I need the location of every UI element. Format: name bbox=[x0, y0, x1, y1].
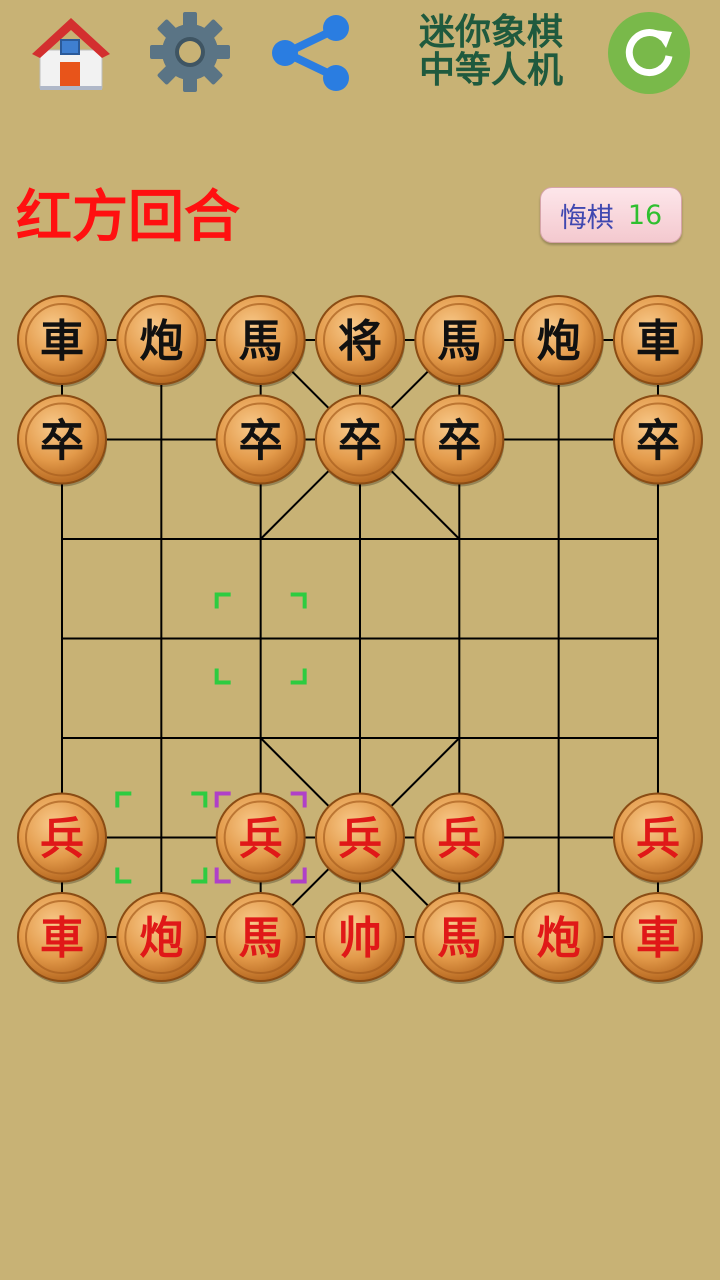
red-piece[interactable]: 兵 bbox=[414, 792, 505, 885]
piece-label: 馬 bbox=[239, 913, 283, 964]
red-piece[interactable]: 車 bbox=[612, 892, 703, 984]
share-icon[interactable] bbox=[270, 14, 352, 92]
chess-board[interactable]: 車炮馬将馬炮車卒卒卒卒卒兵兵兵兵兵車炮馬帅馬炮車 bbox=[0, 260, 720, 1020]
undo-label: 悔棋 bbox=[559, 202, 614, 234]
piece-label: 車 bbox=[40, 316, 84, 367]
black-piece[interactable]: 卒 bbox=[612, 394, 703, 487]
black-piece[interactable]: 馬 bbox=[414, 295, 505, 387]
piece-label: 車 bbox=[636, 316, 680, 367]
black-piece[interactable]: 将 bbox=[314, 295, 405, 387]
piece-label: 馬 bbox=[437, 913, 481, 964]
red-piece[interactable]: 帅 bbox=[314, 892, 405, 984]
black-piece[interactable]: 炮 bbox=[116, 295, 207, 387]
black-piece[interactable]: 馬 bbox=[215, 295, 306, 387]
black-piece[interactable]: 卒 bbox=[215, 394, 306, 487]
piece-label: 炮 bbox=[139, 913, 183, 964]
piece-label: 車 bbox=[636, 913, 680, 964]
red-piece[interactable]: 兵 bbox=[612, 792, 703, 885]
piece-label: 卒 bbox=[437, 416, 481, 467]
turn-indicator: 红方回合 bbox=[16, 185, 240, 250]
undo-button[interactable]: 悔棋 16 bbox=[540, 187, 682, 243]
black-piece[interactable]: 卒 bbox=[314, 394, 405, 487]
piece-label: 炮 bbox=[139, 316, 183, 367]
red-piece[interactable]: 車 bbox=[17, 892, 107, 984]
piece-label: 兵 bbox=[636, 814, 680, 865]
red-piece[interactable]: 兵 bbox=[314, 792, 405, 885]
piece-label: 炮 bbox=[537, 316, 581, 367]
red-piece[interactable]: 炮 bbox=[116, 892, 207, 984]
home-icon[interactable] bbox=[30, 12, 112, 94]
piece-label: 車 bbox=[40, 913, 84, 964]
red-piece[interactable]: 炮 bbox=[513, 892, 604, 984]
undo-count: 16 bbox=[627, 199, 663, 231]
piece-label: 卒 bbox=[338, 416, 382, 467]
piece-label: 卒 bbox=[636, 416, 680, 467]
red-piece[interactable]: 馬 bbox=[215, 892, 306, 984]
piece-label: 卒 bbox=[239, 416, 283, 467]
black-piece[interactable]: 車 bbox=[612, 295, 703, 387]
piece-label: 炮 bbox=[537, 913, 581, 964]
piece-label: 将 bbox=[338, 316, 382, 367]
title-line-1: 迷你象棋 bbox=[418, 12, 563, 53]
title-line-2: 中等人机 bbox=[418, 50, 563, 91]
black-piece[interactable]: 卒 bbox=[17, 394, 107, 487]
piece-label: 兵 bbox=[239, 814, 283, 865]
piece-label: 馬 bbox=[437, 316, 481, 367]
gear-icon[interactable] bbox=[148, 10, 232, 94]
red-piece[interactable]: 馬 bbox=[414, 892, 505, 984]
black-piece[interactable]: 車 bbox=[17, 295, 107, 387]
game-title: 迷你象棋 中等人机 bbox=[396, 14, 586, 90]
red-piece[interactable]: 兵 bbox=[215, 792, 306, 885]
top-toolbar: 迷你象棋 中等人机 bbox=[0, 0, 720, 110]
piece-label: 帅 bbox=[338, 913, 382, 964]
black-piece[interactable]: 炮 bbox=[513, 295, 604, 387]
piece-label: 馬 bbox=[239, 316, 283, 367]
piece-label: 兵 bbox=[338, 814, 382, 865]
piece-label: 卒 bbox=[40, 416, 84, 467]
red-piece[interactable]: 兵 bbox=[17, 792, 107, 885]
piece-label: 兵 bbox=[40, 814, 84, 865]
black-piece[interactable]: 卒 bbox=[414, 394, 505, 487]
refresh-icon[interactable] bbox=[608, 12, 690, 94]
piece-label: 兵 bbox=[437, 814, 481, 865]
